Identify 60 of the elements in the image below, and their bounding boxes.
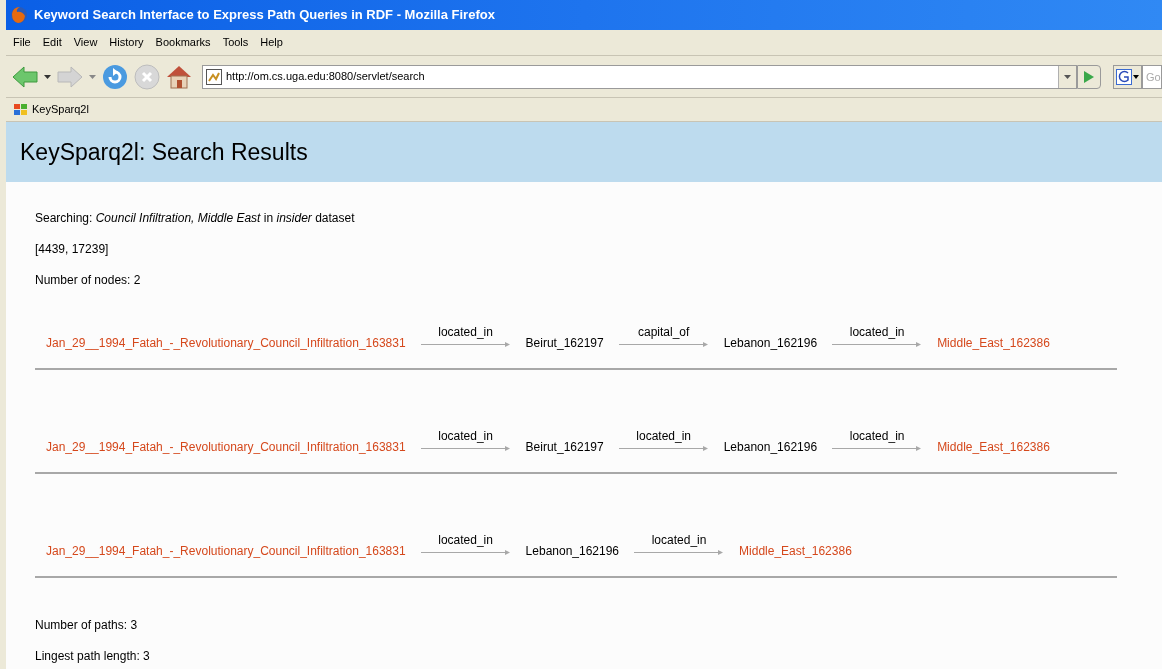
node-label: Middle_East_162386 <box>937 335 1050 352</box>
menu-item[interactable]: History <box>104 32 149 53</box>
node-label: Lebanon_162196 <box>525 543 620 560</box>
window-title: Keyword Search Interface to Express Path Queries in RDF - Mozilla Firefox <box>34 6 495 25</box>
edge-label: located_in <box>438 428 493 443</box>
go-button[interactable] <box>1077 64 1101 89</box>
windows-flag-icon <box>14 103 28 116</box>
home-icon[interactable] <box>166 64 192 89</box>
arrow-icon <box>420 340 511 348</box>
bookmark-item[interactable]: KeySparq2l <box>14 101 89 118</box>
edge-label: capital_of <box>638 324 690 339</box>
edge-label: located_in <box>636 428 692 443</box>
node-label: Jan_29__1994_Fatah_-_Revolutionary_Council_Infiltration_163831 <box>46 439 406 456</box>
address-field[interactable]: http://om.cs.uga.edu:8080/servlet/search <box>226 68 1054 85</box>
edge-label: located_in <box>849 428 905 443</box>
page-heading: KeySparq2l: Search Results <box>20 137 308 167</box>
arrow-icon <box>832 340 923 348</box>
node-label: Jan_29__1994_Fatah_-_Revolutionary_Council_Infiltration_163831 <box>46 543 406 560</box>
arrow-icon <box>618 444 709 452</box>
summary-text: Lingest path length: 3 <box>35 649 151 664</box>
edge-label: located_in <box>651 532 707 547</box>
arrow-icon <box>420 548 511 556</box>
edge-label: located_in <box>438 532 493 547</box>
arrow-icon <box>618 340 709 348</box>
node-label: Jan_29__1994_Fatah_-_Revolutionary_Council_Infiltration_163831 <box>46 335 406 352</box>
node-label: Lebanon_162196 <box>723 335 818 352</box>
menu-item[interactable]: File <box>8 32 36 53</box>
arrow-icon <box>420 444 511 452</box>
reload-icon[interactable] <box>102 63 128 90</box>
menu-item[interactable]: View <box>68 32 103 53</box>
search-field[interactable]: Go <box>1142 64 1162 89</box>
google-icon <box>1116 68 1132 85</box>
menu-item[interactable]: Tools <box>217 32 254 53</box>
menu-item[interactable]: Bookmarks <box>150 32 216 53</box>
arrow-icon <box>634 548 725 556</box>
info-text: Searching: Council Infiltration, Middle East in insider dataset <box>35 211 356 226</box>
stop-icon[interactable] <box>134 63 160 90</box>
node-label: Lebanon_162196 <box>723 439 818 456</box>
address-bar[interactable]: http://om.cs.uga.edu:8080/servlet/search <box>202 64 1077 89</box>
node-label: Middle_East_162386 <box>937 439 1050 456</box>
dropdown-button[interactable] <box>1058 65 1076 88</box>
caret-icon <box>1064 74 1071 79</box>
back-arrow-icon[interactable] <box>12 65 38 88</box>
arrow-icon <box>832 444 923 452</box>
play-icon <box>1084 70 1094 83</box>
edge-label: located_in <box>438 324 493 339</box>
menu-item[interactable]: Edit <box>37 32 67 53</box>
node-label: Beirut_162197 <box>525 335 604 352</box>
firefox-icon <box>10 6 28 24</box>
menu-item[interactable]: Help <box>255 32 288 53</box>
edge-label: located_in <box>849 324 905 339</box>
info-text: [4439, 17239] <box>35 242 110 257</box>
summary-text: Number of paths: 3 <box>35 618 139 633</box>
node-label: Beirut_162197 <box>525 439 604 456</box>
caret-icon <box>1133 74 1139 79</box>
dropdown-caret-icon[interactable] <box>44 74 51 79</box>
search-engine-button[interactable] <box>1113 64 1142 89</box>
info-text: Number of nodes: 2 <box>35 273 142 288</box>
node-label: Middle_East_162386 <box>739 543 852 560</box>
page-icon <box>206 68 222 85</box>
